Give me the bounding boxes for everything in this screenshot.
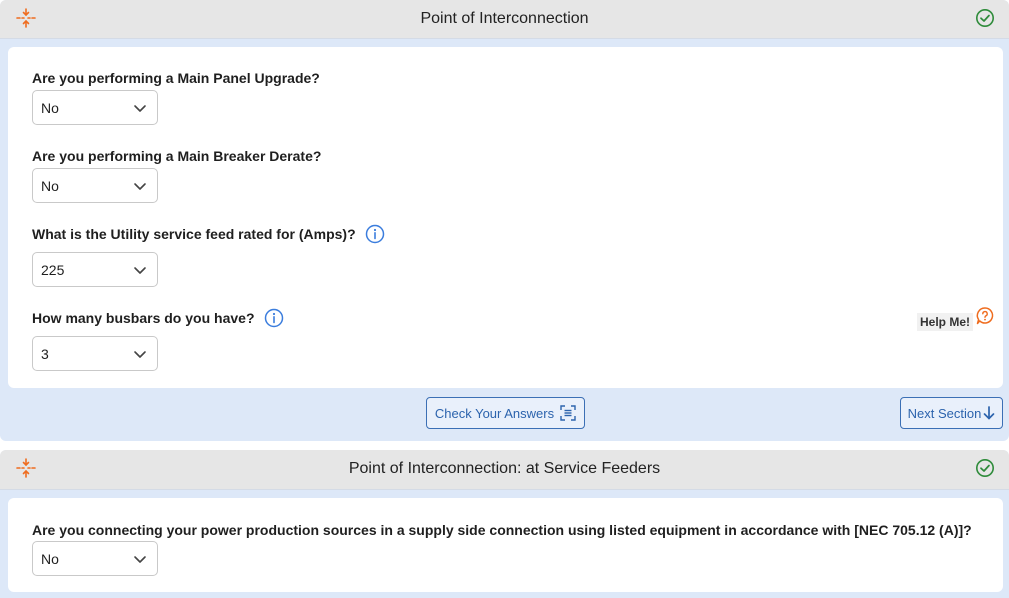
section-header: Point of Interconnection	[0, 0, 1009, 39]
busbars-select[interactable]: 3	[32, 336, 158, 371]
utility-service-feed-select[interactable]: 225	[32, 252, 158, 287]
check-circle-icon	[975, 458, 995, 478]
question-label: What is the Utility service feed rated f…	[32, 226, 356, 242]
questions-card: Are you connecting your power production…	[8, 498, 1003, 592]
section-title: Point of Interconnection: at Service Fee…	[348, 460, 661, 477]
check-your-answers-label: Check Your Answers	[434, 405, 555, 421]
question-utility-service-feed: What is the Utility service feed rated f…	[32, 224, 385, 244]
check-circle-icon	[975, 8, 995, 28]
question-label: Are you performing a Main Panel Upgrade?	[32, 70, 320, 86]
question-main-breaker-derate: Are you performing a Main Breaker Derate…	[32, 148, 321, 164]
questions-card: Are you performing a Main Panel Upgrade?…	[8, 47, 1003, 388]
section-point-of-interconnection: Point of Interconnection Are you perform…	[0, 0, 1009, 441]
chevron-down-icon	[134, 556, 146, 563]
question-main-panel-upgrade: Are you performing a Main Panel Upgrade?	[32, 70, 320, 86]
check-your-answers-button[interactable]: Check Your Answers	[426, 397, 585, 429]
section-title: Point of Interconnection	[420, 10, 589, 27]
help-me-button[interactable]: Help Me!	[917, 307, 995, 331]
select-value: 225	[41, 262, 65, 278]
question-label: Are you performing a Main Breaker Derate…	[32, 148, 322, 164]
next-section-button[interactable]: Next Section	[900, 397, 1003, 429]
question-supply-side-connection: Are you connecting your power production…	[32, 522, 972, 538]
select-value: 3	[41, 346, 49, 362]
info-icon[interactable]	[365, 224, 385, 244]
section-service-feeders: Point of Interconnection: at Service Fee…	[0, 450, 1009, 598]
question-label: Are you connecting your power production…	[32, 522, 972, 538]
arrow-down-icon	[983, 406, 995, 420]
supply-side-connection-select[interactable]: No	[32, 541, 158, 576]
next-section-label: Next Section	[907, 405, 982, 421]
question-label: How many busbars do you have?	[32, 310, 255, 326]
scan-icon	[560, 405, 576, 421]
main-breaker-derate-select[interactable]: No	[32, 168, 158, 203]
select-value: No	[41, 100, 59, 116]
help-me-label: Help Me!	[917, 313, 974, 331]
info-icon[interactable]	[264, 308, 284, 328]
select-value: No	[41, 551, 59, 567]
main-panel-upgrade-select[interactable]: No	[32, 90, 158, 125]
chevron-down-icon	[134, 105, 146, 112]
section-header: Point of Interconnection: at Service Fee…	[0, 450, 1009, 490]
chevron-down-icon	[134, 351, 146, 358]
help-bubble-icon	[976, 307, 994, 325]
question-busbars: How many busbars do you have?	[32, 308, 284, 328]
select-value: No	[41, 178, 59, 194]
chevron-down-icon	[134, 267, 146, 274]
chevron-down-icon	[134, 183, 146, 190]
